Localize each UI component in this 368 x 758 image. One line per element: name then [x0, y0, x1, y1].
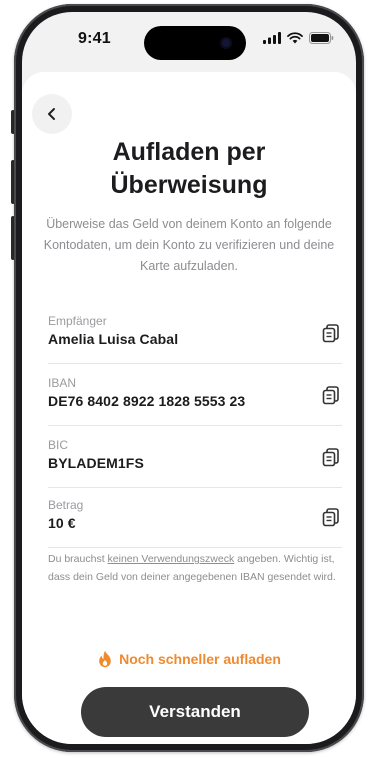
field-divider: [48, 547, 342, 548]
dynamic-island: [144, 26, 246, 60]
status-icons: [263, 32, 334, 44]
copy-recipient-button[interactable]: [320, 322, 342, 344]
recipient-value: Amelia Luisa Cabal: [48, 331, 179, 347]
field-divider: [48, 487, 342, 488]
page-title-line2: Überweisung: [110, 171, 268, 199]
field-divider: [48, 425, 342, 426]
copy-bic-button[interactable]: [320, 446, 342, 468]
wifi-icon: [287, 32, 303, 44]
copy-amount-button[interactable]: [320, 506, 342, 528]
chevron-left-icon: [48, 108, 55, 120]
understood-button[interactable]: Verstanden: [81, 687, 309, 737]
transfer-note: Du brauchst keinen Verwendungszweck ange…: [48, 550, 342, 586]
copy-iban-button[interactable]: [320, 384, 342, 406]
device-stage: 9:41 Aufladen per Überweisung Überweise …: [0, 0, 368, 758]
copy-icon: [322, 508, 339, 527]
amount-label: Betrag: [48, 498, 84, 512]
page-title-line1: Aufladen per: [112, 138, 266, 166]
note-prefix: Du brauchst: [48, 553, 108, 565]
bank-transfer-sheet: Aufladen per Überweisung Überweise das G…: [22, 72, 356, 744]
faster-topup-label: Noch schneller aufladen: [119, 651, 281, 667]
bic-value: BYLADEM1FS: [48, 455, 144, 471]
phone-screen: 9:41 Aufladen per Überweisung Überweise …: [22, 12, 356, 744]
status-bar: 9:41: [22, 12, 356, 72]
iban-label: IBAN: [48, 376, 77, 390]
no-reference-link[interactable]: keinen Verwendungszweck: [108, 553, 235, 565]
amount-field: Betrag 10 €: [48, 498, 342, 548]
page-title: Aufladen per Überweisung: [42, 136, 336, 202]
signal-icon: [263, 32, 281, 44]
iban-field: IBAN DE76 8402 8922 1828 5553 23: [48, 376, 342, 426]
copy-icon: [322, 448, 339, 467]
copy-icon: [322, 386, 339, 405]
camera-icon: [220, 37, 232, 49]
faster-topup-link[interactable]: Noch schneller aufladen: [22, 650, 356, 668]
recipient-label: Empfänger: [48, 314, 107, 328]
battery-icon: [309, 32, 334, 44]
phone-frame: 9:41 Aufladen per Überweisung Überweise …: [14, 4, 364, 752]
field-divider: [48, 363, 342, 364]
flame-icon: [99, 650, 111, 668]
bic-label: BIC: [48, 438, 69, 452]
copy-icon: [322, 324, 339, 343]
recipient-field: Empfänger Amelia Luisa Cabal: [48, 314, 342, 364]
iban-value: DE76 8402 8922 1828 5553 23: [48, 393, 246, 409]
back-button[interactable]: [32, 94, 72, 134]
status-time: 9:41: [78, 30, 111, 47]
page-subtitle: Überweise das Geld von deinem Konto an f…: [43, 217, 335, 273]
amount-value: 10 €: [48, 515, 76, 531]
bic-field: BIC BYLADEM1FS: [48, 438, 342, 488]
